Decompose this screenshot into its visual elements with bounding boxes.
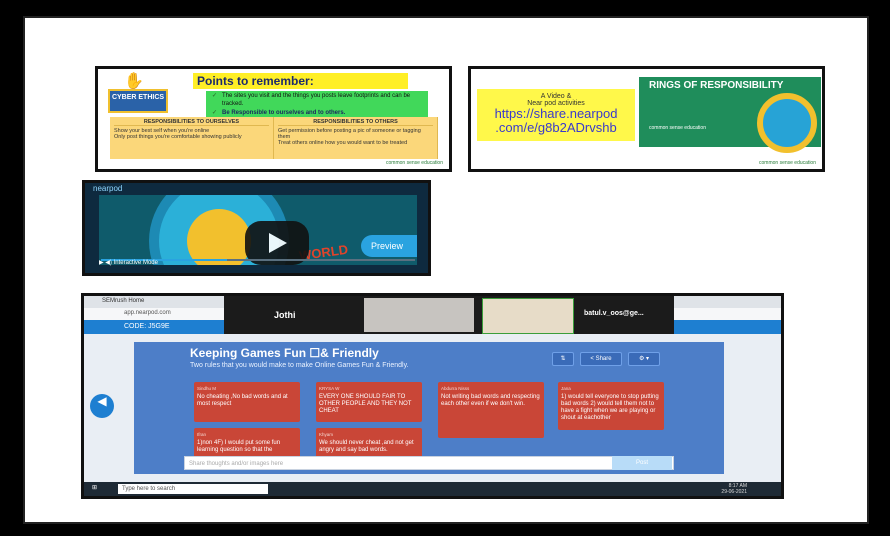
taskbar-search[interactable]: Type here to search xyxy=(118,484,268,494)
board-subtitle: Two rules that you would make to make On… xyxy=(190,362,409,369)
previous-arrow-icon[interactable]: ◀ xyxy=(90,394,114,418)
interactive-mode-label: Interactive Mode xyxy=(113,260,158,266)
url-text: app.nearpod.com xyxy=(124,310,171,316)
nearpod-link-cont[interactable]: .com/e/g8b2ADrvshb xyxy=(477,121,635,135)
nearpod-logo: nearpod xyxy=(93,184,123,193)
thought-input[interactable]: Share thoughts and/or images here xyxy=(184,456,674,470)
slide-video-nearpod: A Video & Near pod activities https://sh… xyxy=(468,66,825,172)
windows-start-icon[interactable]: ⊞ xyxy=(92,484,97,491)
card-text: No cheating ,No bad words and at most re… xyxy=(197,394,288,407)
clock-date: 29-06-2021 xyxy=(721,489,747,495)
card-text: We should never cheat ,and not get angry… xyxy=(319,440,414,453)
cyber-ethics-badge: CYBER ETHICS xyxy=(108,89,168,113)
play-icon[interactable]: ▶ xyxy=(99,260,104,266)
column-header: RESPONSIBILITIES TO OURSELVES xyxy=(114,119,269,126)
card-author: Sindhu M xyxy=(197,386,217,391)
nearpod-session-screenshot: SEMrush Home app.nearpod.com CODE: J5G9E… xyxy=(81,293,784,499)
participant-tile[interactable]: Jothi xyxy=(274,298,344,332)
share-button[interactable]: < Share xyxy=(580,352,622,366)
preview-button[interactable]: Preview xyxy=(361,235,417,257)
caption-line: A Video & xyxy=(540,93,572,100)
rings-of-responsibility-panel: RINGS OF RESPONSIBILITY common sense edu… xyxy=(639,77,821,153)
card-author: Jana xyxy=(561,386,571,391)
windows-taskbar: ⊞ Type here to search 8:17 AM 29-06-2021 xyxy=(84,482,781,496)
video-player: nearpod WORLD Preview ▶ ◀) Interactive M… xyxy=(82,180,431,276)
column-header: RESPONSIBILITIES TO OTHERS xyxy=(278,119,433,126)
board-title: Keeping Games Fun ☐& Friendly xyxy=(190,346,379,360)
participant-name: batul.v_oos@ge... xyxy=(584,310,644,317)
post-card[interactable]: Abdurra Nisss Not writing bad words and r… xyxy=(438,382,544,438)
list-item: Only post things you're comfortable show… xyxy=(114,134,242,140)
card-author: Khyam xyxy=(319,432,334,437)
video-call-strip: Jothi batul.v_oos@ge... xyxy=(224,296,674,334)
brand-label: common sense education xyxy=(649,125,706,131)
session-code: CODE: J5G9E xyxy=(124,323,170,330)
check-icon: ✓ xyxy=(212,93,218,99)
post-card[interactable]: Sindhu M No cheating ,No bad words and at… xyxy=(194,382,300,422)
column-ourselves: RESPONSIBILITIES TO OURSELVES Show your … xyxy=(110,117,274,159)
card-text: Not writing bad words and respecting eac… xyxy=(441,394,540,407)
video-controls: ▶ ◀) Interactive Mode xyxy=(99,259,417,271)
nearpod-header: nearpod xyxy=(85,183,428,195)
card-text: 1) would tell everyone to stop putting b… xyxy=(561,394,659,421)
rings-graphic xyxy=(757,93,817,153)
slide-points-to-remember: ✋ Points to remember: CYBER ETHICS ✓ The … xyxy=(95,66,452,172)
bullet-text: Be Responsible to ourselves and to other… xyxy=(222,110,346,116)
video-frame[interactable]: WORLD Preview xyxy=(99,195,417,265)
bullet-text: The sites you visit and the things you p… xyxy=(222,93,411,107)
participant-video[interactable] xyxy=(482,298,574,334)
target-center xyxy=(187,209,251,265)
participant-tile[interactable]: batul.v_oos@ge... xyxy=(584,298,674,332)
slide-title: Points to remember: xyxy=(193,73,408,89)
collaborate-board: Keeping Games Fun ☐& Friendly Two rules … xyxy=(134,342,724,474)
card-author: KRYSA W xyxy=(319,386,340,391)
card-text: EVERY ONE SHOULD FAIR TO OTHER PEOPLE AN… xyxy=(319,394,412,414)
list-item: Treat others online how you would want t… xyxy=(278,140,408,146)
responsibilities-table: RESPONSIBILITIES TO OURSELVES Show your … xyxy=(110,117,438,159)
card-text: 1)non 4F) I would put some fun learning … xyxy=(197,440,281,453)
check-icon: ✓ xyxy=(212,110,218,116)
nearpod-link-box: A Video & Near pod activities https://sh… xyxy=(477,89,635,141)
participant-video[interactable] xyxy=(364,298,474,332)
post-button[interactable]: Post xyxy=(612,456,672,470)
card-author: Ifran xyxy=(197,432,207,437)
card-author: Abdurra Nisss xyxy=(441,386,470,391)
slide-footer: common sense education xyxy=(759,160,816,166)
list-item: Get permission before posting a pic of s… xyxy=(278,128,421,140)
browser-tab[interactable]: SEMrush Home xyxy=(102,298,144,304)
panel-title: RINGS OF RESPONSIBILITY xyxy=(649,80,784,91)
hands-icon: ✋ xyxy=(124,71,144,90)
slide-footer: common sense education xyxy=(386,160,443,166)
post-card[interactable]: Ifran 1)non 4F) I would put some fun lear… xyxy=(194,428,300,458)
post-card[interactable]: KRYSA W EVERY ONE SHOULD FAIR TO OTHER PE… xyxy=(316,382,422,422)
volume-icon[interactable]: ◀) xyxy=(105,260,112,266)
post-card[interactable]: Jana 1) would tell everyone to stop putti… xyxy=(558,382,664,430)
column-others: RESPONSIBILITIES TO OTHERS Get permissio… xyxy=(274,117,438,159)
nearpod-link[interactable]: https://share.nearpod xyxy=(477,107,635,121)
settings-button[interactable]: ⚙ ▾ xyxy=(628,352,660,366)
participant-name: Jothi xyxy=(274,310,296,320)
sort-button[interactable]: ⇅ xyxy=(552,352,574,366)
bullet-footprints: ✓ The sites you visit and the things you … xyxy=(206,91,428,109)
bullet-responsible: ✓ Be Responsible to ourselves and to othe… xyxy=(206,109,428,117)
post-card[interactable]: Khyam We should never cheat ,and not get … xyxy=(316,428,422,458)
